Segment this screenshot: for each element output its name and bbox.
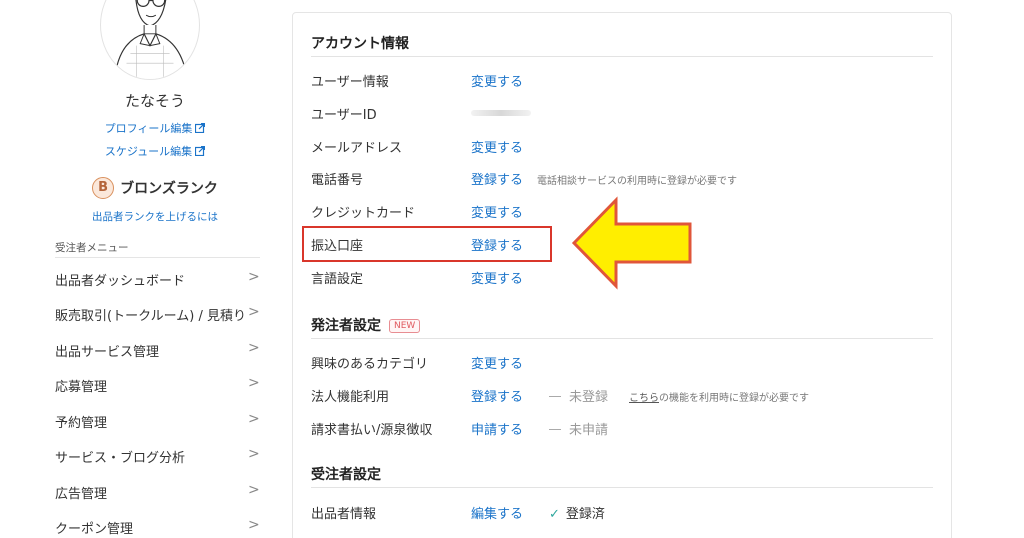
bank-account-highlight-box (302, 226, 552, 262)
menu-item-label: 応募管理 (55, 380, 108, 395)
contractor-section-title: 受注者設定 (311, 467, 381, 483)
change-user-info-link[interactable]: 変更する (471, 71, 523, 90)
menu-item-reservation-management[interactable]: 予約管理 > (55, 404, 265, 434)
invoice-status: 未申請 (549, 419, 608, 438)
menu-item-service-management[interactable]: 出品サービス管理 > (55, 333, 265, 363)
dash-icon (549, 429, 561, 430)
row-label: 出品者情報 (311, 507, 377, 522)
chevron-right-icon: > (248, 304, 260, 320)
row-email: メールアドレス 変更する (311, 133, 933, 157)
sidebar: たなそう プロフィール編集 スケジュール編集 B ブロンズランク 出品者ランクを上… (0, 0, 275, 538)
section-divider (311, 56, 933, 57)
change-language-link[interactable]: 変更する (471, 268, 523, 287)
menu-item-label: 予約管理 (55, 416, 108, 431)
chevron-right-icon: > (248, 446, 260, 462)
status-text: 未登録 (569, 390, 609, 405)
status-text: 登録済 (565, 507, 605, 522)
corporate-status: 未登録 (549, 386, 608, 405)
row-label: 興味のあるカテゴリ (311, 357, 429, 372)
avatar[interactable] (100, 0, 200, 80)
seller-rank: B ブロンズランク (0, 177, 310, 199)
phone-note: 電話相談サービスの利用時に登録が必要です (537, 176, 737, 187)
chevron-right-icon: > (248, 340, 260, 356)
row-phone: 電話番号 登録する 電話相談サービスの利用時に登録が必要です (311, 165, 933, 189)
seller-info-status: ✓ 登録済 (549, 503, 605, 522)
account-section-title: アカウント情報 (311, 36, 409, 52)
menu-item-ad-management[interactable]: 広告管理 > (55, 475, 265, 505)
menu-item-service-blog-analytics[interactable]: サービス・ブログ分析 > (55, 439, 265, 469)
row-label: 請求書払い/源泉徴収 (311, 423, 433, 438)
register-corporate-link[interactable]: 登録する (471, 386, 523, 405)
menu-item-coupon-management[interactable]: クーポン管理 > (55, 510, 265, 538)
chevron-right-icon: > (248, 482, 260, 498)
dash-icon (549, 396, 561, 397)
new-badge: NEW (389, 319, 421, 333)
rank-name: ブロンズランク (120, 181, 218, 197)
chevron-right-icon: > (248, 411, 260, 427)
menu-item-label: 販売取引(トークルーム) / 見積り (55, 309, 247, 324)
section-divider (311, 338, 933, 339)
schedule-edit-link[interactable]: スケジュール編集 (0, 143, 310, 159)
profile-edit-label: プロフィール編集 (104, 122, 193, 135)
section-divider (311, 487, 933, 488)
bronze-rank-badge-icon: B (92, 177, 115, 199)
check-icon: ✓ (549, 507, 560, 522)
corporate-note: こちらの機能を利用時に登録が必要です (629, 389, 809, 404)
row-user-id: ユーザーID (311, 100, 933, 124)
status-text: 未申請 (569, 423, 609, 438)
masked-user-id (471, 110, 531, 116)
menu-item-label: 出品サービス管理 (55, 345, 160, 360)
menu-title: 受注者メニュー (55, 242, 129, 254)
row-label: 法人機能利用 (311, 390, 390, 405)
edit-seller-info-link[interactable]: 編集する (471, 503, 523, 522)
menu-item-application-management[interactable]: 応募管理 > (55, 368, 265, 398)
external-link-icon (195, 123, 206, 133)
orderer-title-text: 発注者設定 (311, 318, 381, 334)
rank-up-link[interactable]: 出品者ランクを上げるには (0, 209, 310, 224)
change-credit-card-link[interactable]: 変更する (471, 202, 523, 221)
chevron-right-icon: > (248, 269, 260, 285)
row-seller-info: 出品者情報 編集する ✓ 登録済 (311, 499, 933, 523)
note-text: の機能を利用時に登録が必要です (659, 393, 809, 404)
row-user-info: ユーザー情報 変更する (311, 67, 933, 91)
menu-item-label: クーポン管理 (55, 522, 134, 537)
menu-item-label: 広告管理 (55, 487, 108, 502)
menu-item-seller-dashboard[interactable]: 出品者ダッシュボード > (55, 262, 265, 292)
schedule-edit-label: スケジュール編集 (104, 145, 193, 158)
user-name: たなそう (124, 92, 185, 110)
change-interest-category-link[interactable]: 変更する (471, 353, 523, 372)
row-label: メールアドレス (311, 141, 403, 156)
avatar-illustration (114, 0, 188, 79)
row-label: ユーザーID (311, 108, 377, 123)
menu-item-sales-transactions[interactable]: 販売取引(トークルーム) / 見積り > (55, 297, 265, 327)
orderer-section-title: 発注者設定 NEW (311, 315, 421, 335)
row-label: 電話番号 (311, 173, 364, 188)
register-phone-link[interactable]: 登録する (471, 169, 523, 188)
row-label: ユーザー情報 (311, 75, 389, 90)
row-label: クレジットカード (311, 206, 416, 221)
profile-edit-link[interactable]: プロフィール編集 (0, 120, 310, 136)
chevron-right-icon: > (248, 375, 260, 391)
corporate-features-link[interactable]: こちら (629, 393, 659, 404)
menu-item-label: 出品者ダッシュボード (55, 274, 186, 289)
pointing-arrow-icon (571, 196, 692, 290)
external-link-icon (195, 146, 206, 156)
menu-item-label: サービス・ブログ分析 (55, 451, 186, 466)
row-interest-category: 興味のあるカテゴリ 変更する (311, 349, 933, 373)
apply-invoice-link[interactable]: 申請する (471, 419, 523, 438)
change-email-link[interactable]: 変更する (471, 137, 523, 156)
row-corporate-features: 法人機能利用 登録する 未登録 こちらの機能を利用時に登録が必要です (311, 382, 933, 406)
chevron-right-icon: > (248, 517, 260, 533)
row-invoice-payment: 請求書払い/源泉徴収 申請する 未申請 (311, 415, 933, 439)
row-label: 言語設定 (311, 272, 364, 287)
menu-divider (55, 257, 260, 258)
